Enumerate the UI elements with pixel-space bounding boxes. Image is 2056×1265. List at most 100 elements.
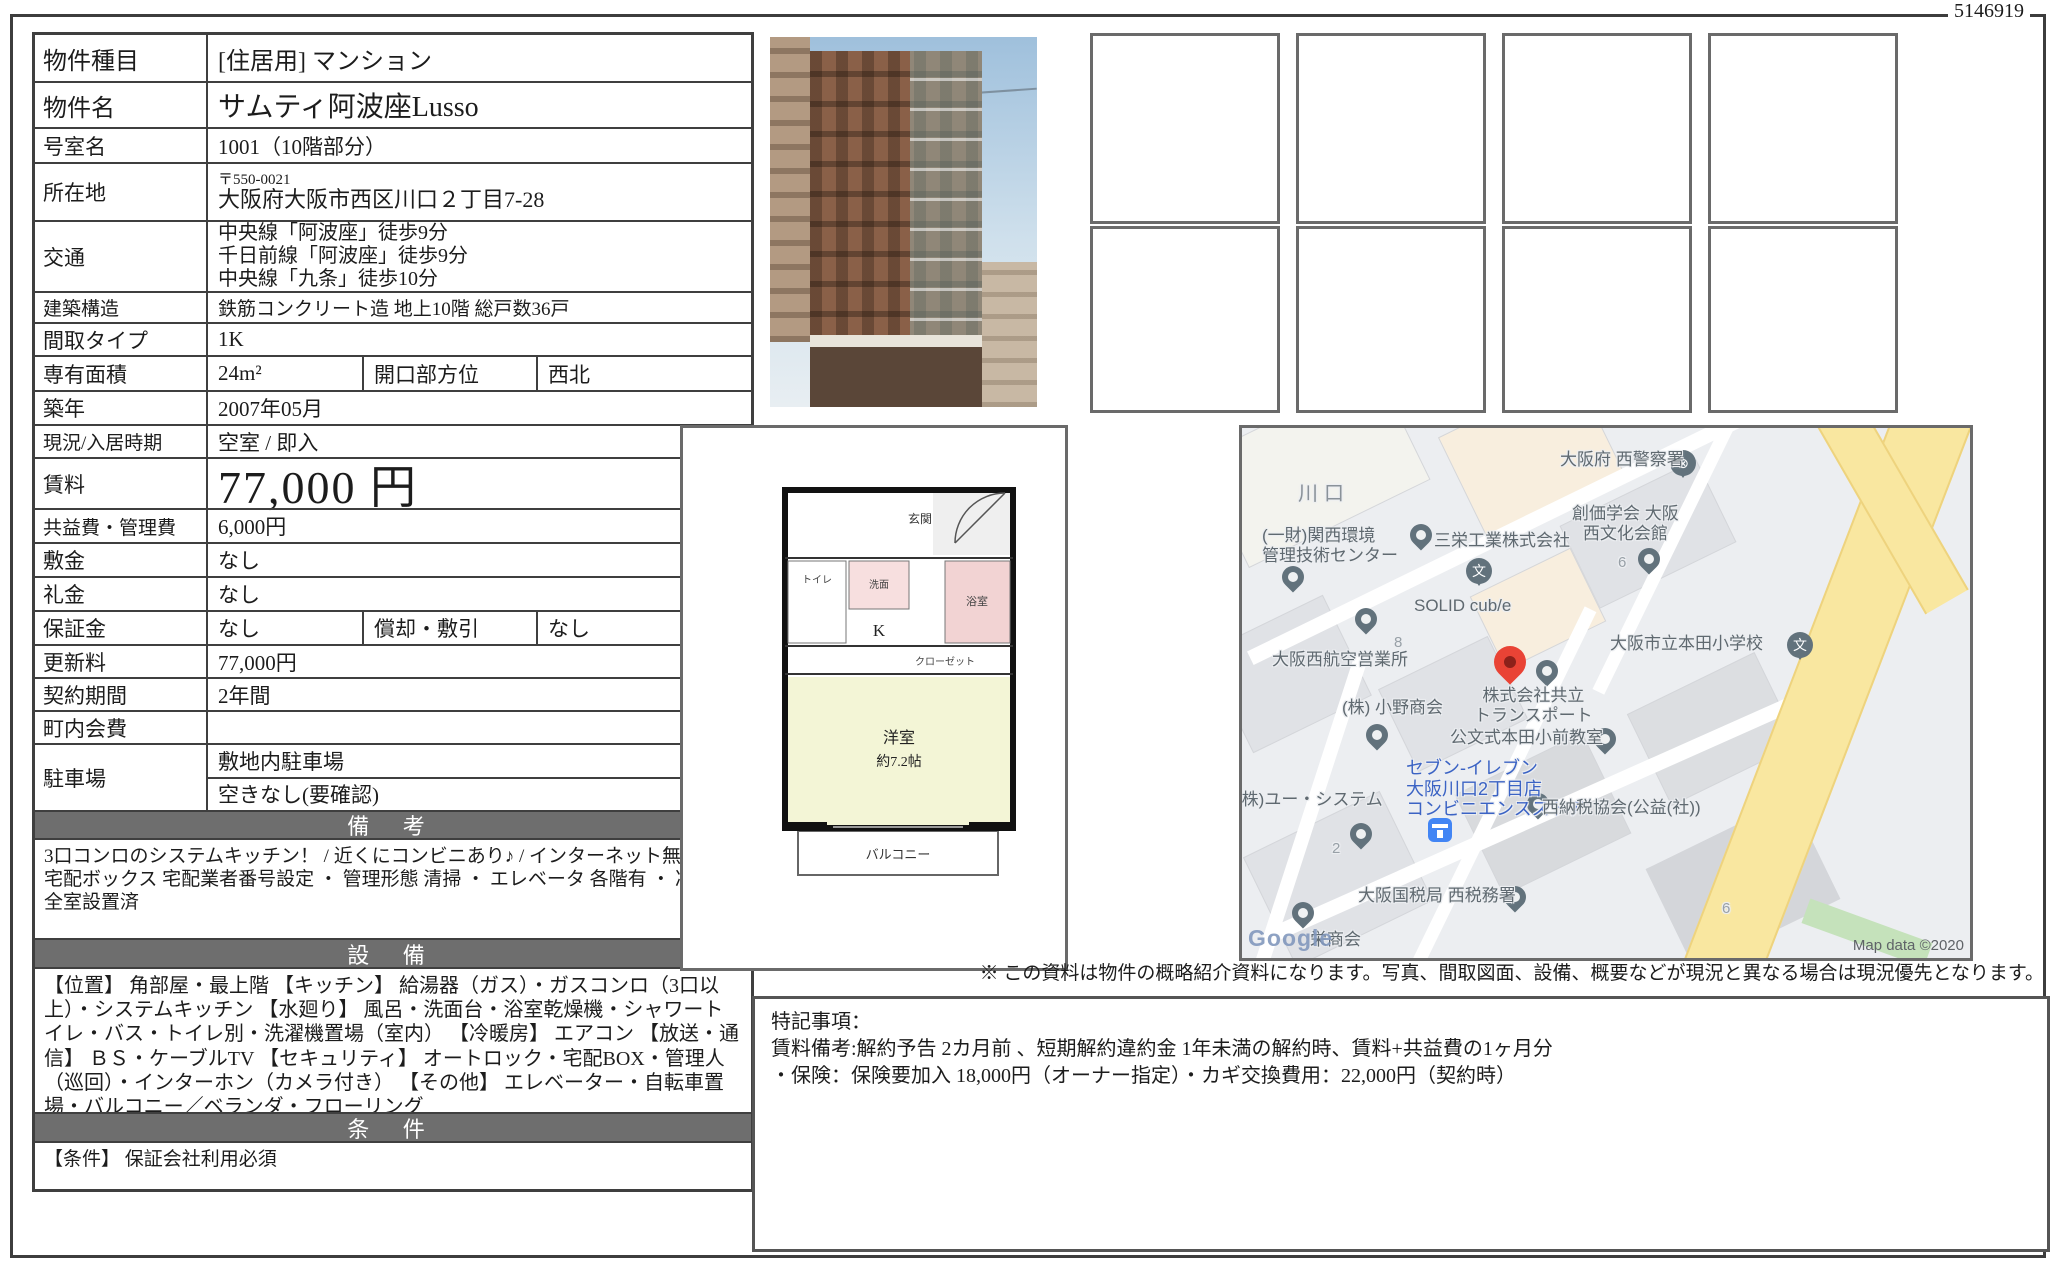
map-label-area: 川口 [1298, 483, 1350, 506]
table-row: 物件名 サムティ阿波座Lusso [35, 81, 751, 127]
access-label: 交通 [35, 222, 208, 291]
address-label: 所在地 [35, 164, 208, 220]
location-map: ⊗ 文 文 川口 大阪府 西警察署 (一財)関西環境 管理技術センター 三栄工業… [1239, 425, 1973, 961]
store-awning [1432, 824, 1448, 828]
map-label-solid: SOLID cub/e [1414, 596, 1511, 616]
table-row: 更新料 77,000円 [35, 644, 751, 677]
property-table: 物件種目 [住居用] マンション 物件名 サムティ阿波座Lusso 号室名 10… [32, 32, 754, 1192]
main-room [788, 677, 1010, 825]
map-label-honda-es: 大阪市立本田小学校 [1610, 634, 1763, 654]
wall-segment [969, 822, 1013, 831]
amortization-label: 償却・敷引 [362, 612, 538, 644]
deposit-value: なし [208, 544, 751, 576]
document-number: 5146919 [1948, 0, 2030, 23]
map-pin-icon [1361, 719, 1392, 750]
map-label-kumon: 公文式本田小前教室 [1450, 728, 1603, 748]
map-label-kyoritsu: 株式会社共立 トランスポート [1474, 686, 1593, 725]
map-label-zeikyokai: 西納税協会(公益(社)) [1542, 798, 1701, 818]
table-row: 駐車場 敷地内駐車場 空きなし(要確認) [35, 743, 751, 810]
conditions-text: 【条件】 保証会社利用必須 [35, 1141, 751, 1189]
built-year-label: 築年 [35, 392, 208, 424]
table-row: 町内会費 [35, 710, 751, 743]
structure-value: 鉄筋コンクリート造 地上10階 総戸数36戸 [208, 293, 751, 322]
floor-area-label: 専有面積 [35, 357, 208, 390]
map-label-ono: (株) 小野商会 [1342, 698, 1443, 718]
property-type-label: 物件種目 [35, 35, 208, 81]
property-type-value: [住居用] マンション [208, 35, 751, 81]
photo-frame-empty [1090, 226, 1280, 413]
deposit-label: 敷金 [35, 544, 208, 576]
building-photo [770, 37, 1037, 407]
table-row: 保証金 なし 償却・敷引 なし [35, 610, 751, 644]
table-row: 所在地 〒550-0021 大阪府大阪市西区川口２丁目7-28 [35, 162, 751, 220]
facing-label: 開口部方位 [362, 357, 538, 390]
room-name-label: 洋室 [883, 729, 915, 747]
address-cell: 〒550-0021 大阪府大阪市西区川口２丁目7-28 [208, 164, 751, 220]
kitchen-label: K [873, 621, 886, 640]
floor-area-value: 24m² [208, 357, 362, 390]
key-money-value: なし [208, 578, 751, 610]
address-value: 大阪府大阪市西区川口２丁目7-28 [218, 188, 544, 212]
facing-value: 西北 [538, 357, 751, 390]
table-row: 交通 中央線「阿波座」徒歩9分 千日前線「阿波座」徒歩9分 中央線「九条」徒歩1… [35, 220, 751, 291]
map-label-soka: 創価学会 大阪 西文化会館 [1572, 504, 1679, 543]
balcony-label: バルコニー [866, 847, 931, 862]
photo-frame-empty [1502, 226, 1692, 413]
photo-entrance-canopy [810, 335, 982, 347]
renewal-fee-label: 更新料 [35, 646, 208, 677]
wall-segment [785, 822, 827, 831]
structure-label: 建築構造 [35, 293, 208, 322]
table-row: 敷金 なし [35, 542, 751, 576]
rent-value: 77,000 円 [208, 459, 751, 508]
table-row: 築年 2007年05月 [35, 390, 751, 424]
contract-term-value: 2年間 [208, 679, 751, 710]
room-size-label: 約7.2帖 [876, 754, 922, 770]
photo-frame-empty [1502, 33, 1692, 224]
remarks-section-header: 備 考 [35, 810, 751, 838]
photo-frame-empty [1708, 33, 1898, 224]
special-notes-content: 特記事項： 賃料備考:解約予告 2カ月前 、短期解約違約金 1年未満の解約時、賃… [755, 999, 2047, 1100]
map-label-number: 2 [1332, 840, 1340, 857]
photo-frame-empty [1296, 226, 1486, 413]
parking-cell: 敷地内駐車場 空きなし(要確認) [208, 745, 751, 810]
table-row: 共益費・管理費 6,000円 [35, 508, 751, 542]
photo-low-building [982, 262, 1037, 407]
layout-type-value: 1K [208, 324, 751, 355]
remarks-text: 3口コンロのシステムキッチン！ / 近くにコンビニあり♪ / インターネット無料… [35, 838, 751, 938]
special-notes-line-2: ・保険：保険要加入 18,000円（オーナー指定）・カギ交換費用：22,000円… [771, 1063, 2031, 1090]
town-fee-value [208, 712, 751, 743]
equipment-text: 【位置】 角部屋・最上階 【キッチン】 給湯器（ガス）・ガスコンロ（3口以上）・… [35, 967, 751, 1112]
table-row: 間取タイプ 1K [35, 322, 751, 355]
equipment-section-header: 設 備 [35, 938, 751, 967]
map-label-yousystem: (株)ユー・システム [1239, 790, 1383, 810]
special-notes-line-1: 賃料備考:解約予告 2カ月前 、短期解約違約金 1年未満の解約時、賃料+共益費の… [771, 1036, 2031, 1063]
map-pin-icon [1277, 561, 1308, 592]
disclaimer-text: ※ この資料は物件の概略紹介資料になります。写真、間取図面、設備、概要などが現況… [980, 958, 2044, 985]
table-row: 専有面積 24m² 開口部方位 西北 [35, 355, 751, 390]
photo-frame-empty [1296, 33, 1486, 224]
map-label-tax-office: 大阪国税局 西税務署 [1358, 886, 1516, 906]
map-label-kansai-env: (一財)関西環境 管理技術センター [1262, 526, 1398, 565]
entrance-floor [933, 493, 1010, 555]
special-notes-box: 特記事項： 賃料備考:解約予告 2カ月前 、短期解約違約金 1年未満の解約時、賃… [752, 996, 2050, 1252]
table-row: 号室名 1001（10階部分） [35, 127, 751, 162]
special-notes-title: 特記事項： [771, 1009, 2031, 1036]
map-attribution: Map data ©2020 [1853, 937, 1964, 954]
map-label-number: 6 [1722, 900, 1730, 917]
conditions-section-header: 条 件 [35, 1112, 751, 1141]
photo-frame-empty [1708, 226, 1898, 413]
table-row: 契約期間 2年間 [35, 677, 751, 710]
floor-plan-drawing: バルコニー 玄関 トイレ 洗面 浴室 K クローゼット 洋室 約7.2帖 [683, 428, 1065, 962]
access-value: 中央線「阿波座」徒歩9分 千日前線「阿波座」徒歩9分 中央線「九条」徒歩10分 [208, 222, 751, 291]
photo-balcony-column [910, 51, 982, 351]
bathroom-label: 浴室 [966, 594, 988, 608]
property-name-label: 物件名 [35, 83, 208, 127]
property-name-value: サムティ阿波座Lusso [208, 83, 751, 127]
table-row: 賃料 77,000 円 [35, 457, 751, 508]
map-label-police: 大阪府 西警察署 [1560, 450, 1684, 470]
entrance-label: 玄関 [908, 511, 932, 526]
table-row: 建築構造 鉄筋コンクリート造 地上10階 総戸数36戸 [35, 291, 751, 322]
washroom-label: 洗面 [869, 579, 889, 591]
common-fee-value: 6,000円 [208, 510, 751, 542]
map-label-number: 8 [1394, 634, 1402, 651]
